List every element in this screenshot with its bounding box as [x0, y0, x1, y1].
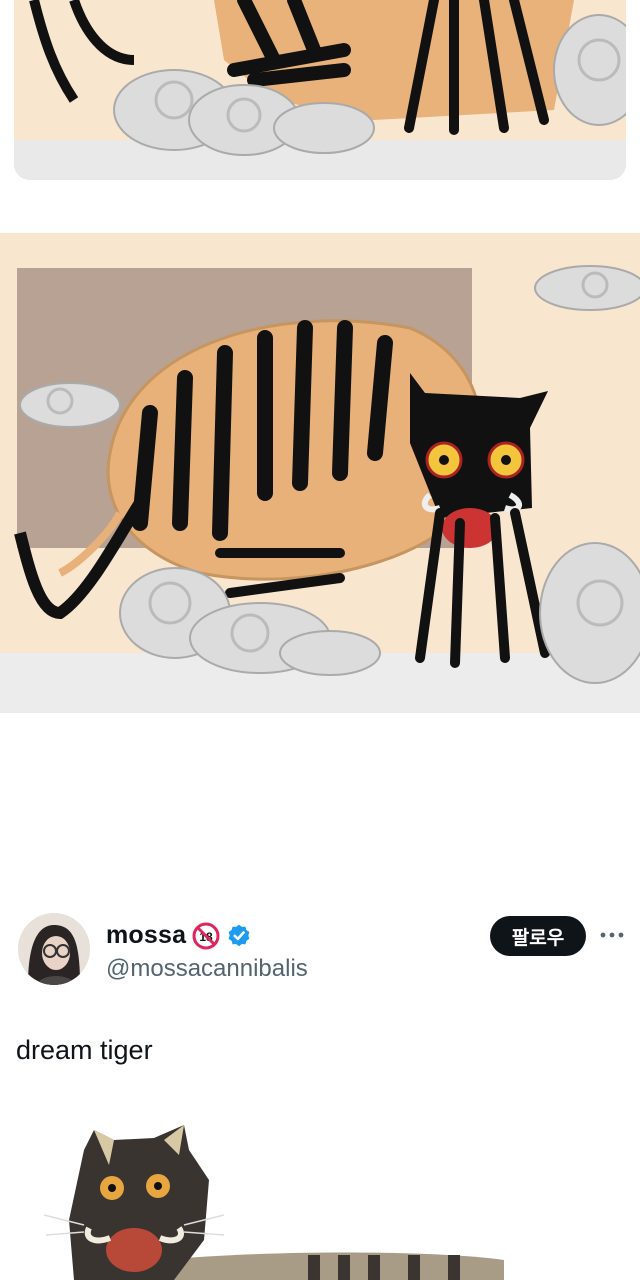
tiger-illustration-middle [0, 233, 640, 713]
tiger-illustration-bottom [14, 1110, 626, 1280]
tweet-text: dream tiger [16, 1035, 153, 1065]
tweet-header: mossa 18 @mossacannibalis 팔로우 [0, 905, 640, 995]
name-row: mossa 18 [106, 921, 252, 950]
more-options-icon[interactable] [598, 927, 626, 943]
follow-button[interactable]: 팔로우 [490, 916, 586, 956]
tiger-illustration-top [14, 0, 626, 180]
adult-content-18-icon: 18 [192, 922, 220, 950]
illustration-middle[interactable] [0, 233, 640, 713]
avatar[interactable] [18, 913, 90, 985]
display-name[interactable]: mossa [106, 921, 186, 950]
illustration-bottom[interactable] [14, 1110, 626, 1280]
illustration-top[interactable] [14, 0, 626, 180]
user-handle[interactable]: @mossacannibalis [106, 955, 308, 983]
avatar-image [18, 913, 90, 985]
verified-badge-icon [226, 923, 252, 949]
